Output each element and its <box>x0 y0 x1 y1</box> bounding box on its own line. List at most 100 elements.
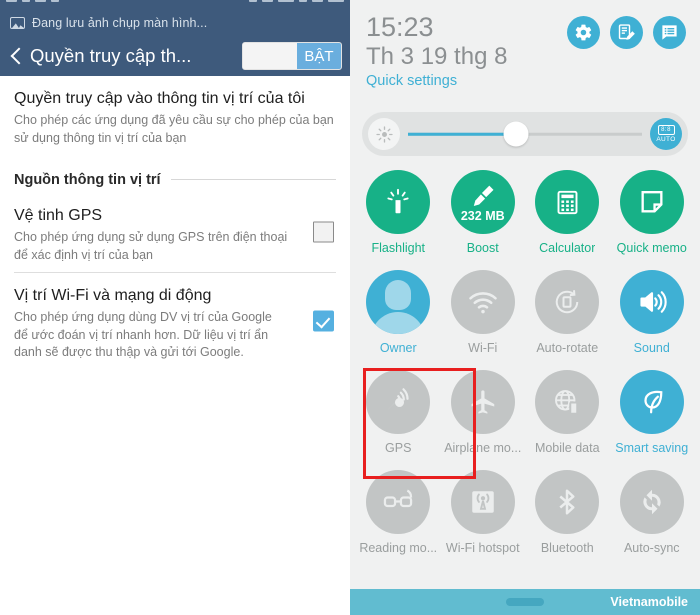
brightness-low-icon[interactable] <box>368 118 400 150</box>
memo-icon <box>619 170 684 234</box>
right-quicksettings-panel: 15:23 Th 3 19 thg 8 Quick settings 8:8 A… <box>350 0 700 615</box>
tile-label: Reading mo... <box>359 541 438 555</box>
setting-row-my-location[interactable]: Quyền truy cập vào thông tin vị trí của … <box>14 76 336 155</box>
row-description: Cho phép ứng dụng dùng DV vị trí của Goo… <box>14 310 272 359</box>
edit-list-icon[interactable] <box>610 16 643 49</box>
calculator-icon <box>535 170 600 234</box>
gps-icon <box>366 370 431 434</box>
gps-satellites-checkbox[interactable] <box>313 221 334 243</box>
avatar-body <box>371 312 426 334</box>
auto-brightness-icon[interactable]: 8:8 AUTO <box>650 118 682 150</box>
brightness-slider[interactable] <box>408 118 642 150</box>
section-header-label: Nguồn thông tin vị trí <box>14 171 161 188</box>
tile-label: Auto-rotate <box>536 341 599 355</box>
hotspot-icon <box>450 470 515 534</box>
bluetooth-icon <box>535 470 600 534</box>
row-title: Vị trí Wi-Fi và mạng di động <box>14 286 212 304</box>
left-settings-panel: Đang lưu ảnh chụp màn hình... Quyền truy… <box>0 0 350 615</box>
row-title: Vệ tinh GPS <box>14 206 103 224</box>
wifi-mobile-location-checkbox[interactable] <box>313 310 334 332</box>
tile-label: Auto-sync <box>623 541 680 555</box>
page-title: Quyền truy cập th... <box>30 45 192 66</box>
status-icon-signal <box>278 0 294 2</box>
tile-label: Owner <box>379 341 417 355</box>
tile-auto-rotate[interactable]: Auto-rotate <box>525 266 610 366</box>
tile-auto-sync[interactable]: Auto-sync <box>610 466 695 566</box>
drag-handle[interactable] <box>506 598 544 606</box>
status-icon-sd <box>262 0 273 2</box>
section-header-rule <box>170 179 336 181</box>
gear-icon[interactable] <box>567 16 600 49</box>
setting-row-gps-satellites[interactable]: Vệ tinh GPS Cho phép ứng dụng sử dụng GP… <box>14 193 336 272</box>
notification-list-icon[interactable] <box>653 16 686 49</box>
tile-label: Wi-Fi hotspot <box>445 541 520 555</box>
mobile-data-icon <box>535 370 600 434</box>
airplane-icon <box>450 370 515 434</box>
status-icon-clock <box>328 0 344 2</box>
avatar-head <box>385 280 412 310</box>
status-icon-1 <box>6 0 17 2</box>
back-chevron-icon[interactable] <box>6 45 28 67</box>
slider-fill <box>408 132 516 136</box>
settings-list: Quyền truy cập vào thông tin vị trí của … <box>0 76 350 369</box>
setting-row-wifi-mobile-location[interactable]: Vị trí Wi-Fi và mạng di động Cho phép ứn… <box>14 273 336 369</box>
tile-bluetooth[interactable]: Bluetooth <box>525 466 610 566</box>
status-bar-icons <box>6 0 344 2</box>
carrier-name: Vietnamobile <box>610 595 688 609</box>
tile-gps[interactable]: GPS <box>356 366 476 479</box>
switch-on-label: BẬT <box>297 43 341 69</box>
tile-airplane-mode[interactable]: Airplane mo... <box>441 366 526 466</box>
status-icon-mute <box>249 0 257 2</box>
broom-icon: 232 MB <box>450 170 515 234</box>
brightness-slider-bar: 8:8 AUTO <box>362 112 688 156</box>
leaf-icon <box>619 370 684 434</box>
tile-label: Wi-Fi <box>468 341 498 355</box>
flashlight-icon <box>366 170 431 234</box>
tile-label: Airplane mo... <box>444 441 522 455</box>
sync-icon <box>619 470 684 534</box>
tile-boost[interactable]: 232 MB Boost <box>441 166 526 266</box>
status-icon-battery <box>312 0 323 2</box>
tile-label: Boost <box>466 241 499 255</box>
tile-flashlight[interactable]: Flashlight <box>356 166 441 266</box>
tile-label: Smart saving <box>615 441 689 455</box>
row-description: Cho phép các ứng dụng đã yêu cầu sự cho … <box>14 113 334 145</box>
tile-wifi[interactable]: Wi-Fi <box>441 266 526 366</box>
boost-badge: 232 MB <box>460 209 505 223</box>
tile-wifi-hotspot[interactable]: Wi-Fi hotspot <box>441 466 526 566</box>
glasses-icon <box>366 470 431 534</box>
status-icon-2 <box>22 0 30 2</box>
status-bar <box>0 0 350 10</box>
tile-sound[interactable]: Sound <box>610 266 695 366</box>
status-icon-wifi <box>299 0 307 2</box>
status-icon-3 <box>35 0 46 2</box>
status-icon-4 <box>51 0 59 2</box>
location-master-switch[interactable]: BẬT <box>242 42 342 70</box>
tile-mobile-data[interactable]: Mobile data <box>525 366 610 466</box>
header-icon-group <box>567 16 686 49</box>
tile-quick-memo[interactable]: Quick memo <box>610 166 695 266</box>
screenshot-root: Đang lưu ảnh chụp màn hình... Quyền truy… <box>0 0 700 615</box>
tile-label: Sound <box>633 341 670 355</box>
tile-label: Flashlight <box>371 241 426 255</box>
auto-rotate-icon <box>535 270 600 334</box>
tile-smart-saving[interactable]: Smart saving <box>610 366 695 466</box>
notification-text: Đang lưu ảnh chụp màn hình... <box>32 16 208 30</box>
auto-brightness-box: 8:8 <box>657 125 675 135</box>
image-icon <box>10 17 25 29</box>
tile-reading-mode[interactable]: Reading mo... <box>356 466 441 566</box>
quick-settings-header: 15:23 Th 3 19 thg 8 Quick settings <box>350 0 700 108</box>
tile-owner[interactable]: Owner <box>356 266 441 366</box>
settings-title-bar: Quyền truy cập th... BẬT <box>0 36 350 76</box>
tile-label: Mobile data <box>534 441 600 455</box>
notification-strip: Đang lưu ảnh chụp màn hình... <box>0 10 350 36</box>
wifi-icon <box>450 270 515 334</box>
tile-calculator[interactable]: Calculator <box>525 166 610 266</box>
tile-label: GPS <box>385 441 412 455</box>
slider-handle[interactable] <box>503 121 529 147</box>
switch-knob <box>243 43 297 69</box>
quick-settings-label: Quick settings <box>366 73 458 90</box>
row-description: Cho phép ứng dụng sử dụng GPS trên điện … <box>14 230 288 262</box>
bottom-carrier-bar: Vietnamobile <box>350 589 700 615</box>
auto-brightness-label: AUTO <box>656 136 676 143</box>
